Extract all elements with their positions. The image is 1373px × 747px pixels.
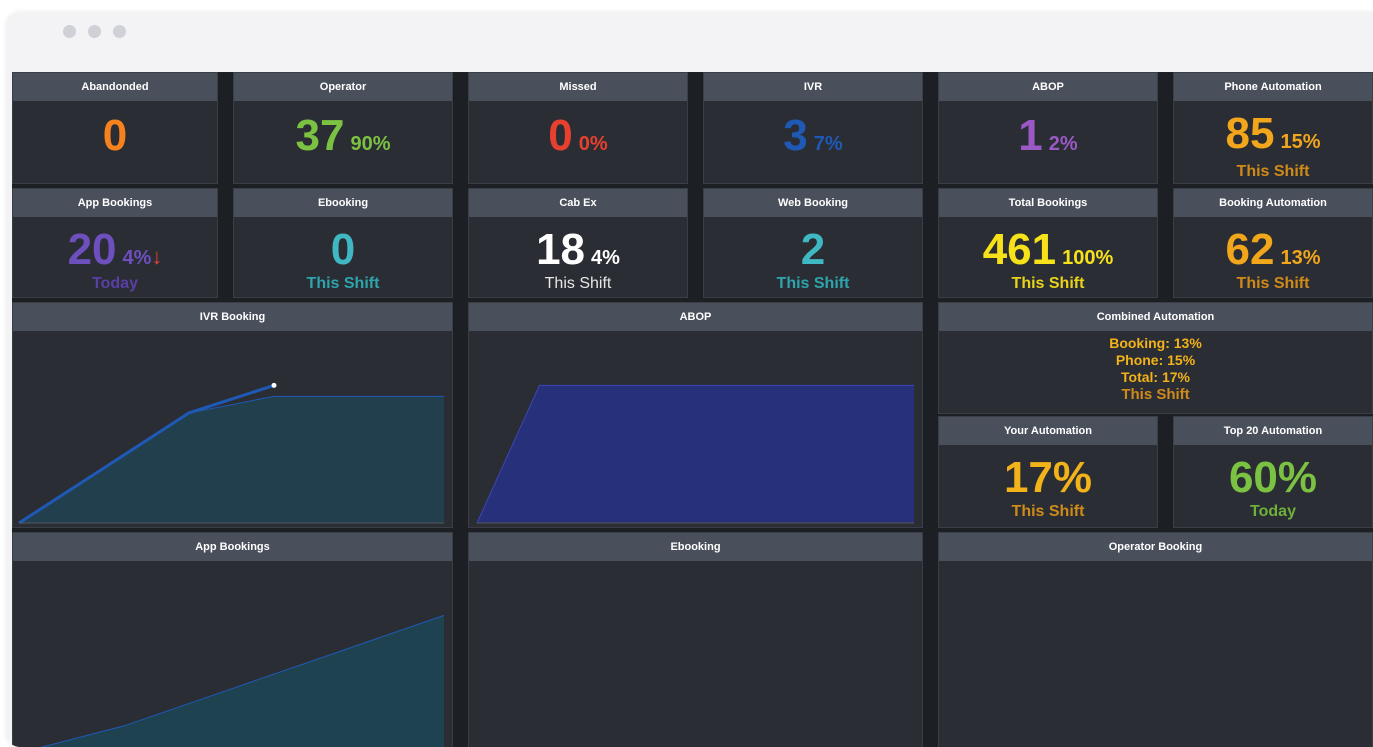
app-bookings-plot [40,614,445,747]
chart-title: Ebooking [469,533,922,561]
chart-abop: ABOP [468,302,923,528]
booking-automation-sub: This Shift [1236,275,1310,292]
cab-ex-value: 18 [536,225,586,274]
app-bookings-sub: Today [92,275,138,292]
booking-automation-value: 62 [1225,225,1275,274]
tile-missed: Missed 0 0% [468,72,688,184]
total-bookings-pct: 100% [1062,247,1114,269]
dashboard: Abandonded 0 Operator 37 90% Missed 0 0% I… [12,72,1373,747]
window-minimize-dot[interactable] [88,25,101,38]
chart-title: App Bookings [13,533,452,561]
tile-ivr: IVR 3 7% [703,72,923,184]
operator-pct: 90% [350,133,391,155]
tile-booking-automation: Booking Automation 62 13% This Shift [1173,188,1373,298]
abandoned-value: 0 [102,111,128,160]
tile-abop: ABOP 1 2% [938,72,1158,184]
tile-top20-automation: Top 20 Automation 60% Today [1173,416,1373,528]
series-area [19,396,444,523]
tile-title: Combined Automation [939,303,1372,331]
window-close-dot[interactable] [63,25,76,38]
cab-ex-pct: 4% [591,247,620,269]
ebooking-sub: This Shift [306,275,380,292]
ivr-pct: 7% [813,133,843,155]
total-bookings-value: 461 [982,225,1057,274]
series-area [42,615,444,747]
app-window: Abandonded 0 Operator 37 90% Missed 0 0% I… [6,12,1373,747]
tile-ebooking: Ebooking 0 This Shift [233,188,453,298]
chart-ivr-booking: IVR Booking [12,302,453,528]
down-arrow-icon: ↓ [151,244,163,269]
chart-title: Operator Booking [939,533,1372,561]
booking-automation-pct: 13% [1280,247,1321,269]
tile-title: Abandonded [13,73,217,101]
chart-title: IVR Booking [13,303,452,331]
tile-combined-automation: Combined Automation Booking: 13% Phone: … [938,302,1373,414]
tile-abandoned: Abandonded 0 [12,72,218,184]
operator-value: 37 [295,111,345,160]
top20-automation-sub: Today [1250,503,1296,520]
abop-value: 1 [1018,111,1043,160]
missed-pct: 0% [578,133,608,155]
combined-booking: Booking: 13% [1109,335,1202,351]
web-booking-value: 2 [800,225,826,274]
tile-title: Cab Ex [469,189,687,217]
cab-ex-sub: This Shift [544,275,612,292]
combined-sub: This Shift [1121,386,1190,403]
tile-title: Web Booking [704,189,922,217]
window-maximize-dot[interactable] [113,25,126,38]
tile-title: Operator [234,73,452,101]
top20-automation-value: 60% [1228,453,1318,502]
tile-title: Missed [469,73,687,101]
tile-web-booking: Web Booking 2 This Shift [703,188,923,298]
chart-ebooking: Ebooking [468,532,923,747]
combined-phone: Phone: 15% [1115,352,1196,368]
title-bar [6,12,1373,72]
tile-title: Your Automation [939,417,1157,445]
combined-total: Total: 17% [1121,369,1190,385]
tile-title: Top 20 Automation [1174,417,1372,445]
tile-total-bookings: Total Bookings 461 100% This Shift [938,188,1158,298]
tile-cab-ex: Cab Ex 18 4% This Shift [468,188,688,298]
web-booking-sub: This Shift [776,275,850,292]
ivr-booking-plot [18,382,444,525]
your-automation-sub: This Shift [1011,503,1085,520]
tile-operator: Operator 37 90% [233,72,453,184]
tile-title: IVR [704,73,922,101]
data-point[interactable] [271,382,277,388]
tile-title: App Bookings [13,189,217,217]
phone-automation-sub: This Shift [1236,163,1310,180]
app-bookings-value: 20 [67,225,117,274]
app-bookings-pct: 4% [122,247,152,269]
phone-automation-pct: 15% [1280,131,1321,153]
series-area [477,385,914,523]
tile-title: Total Bookings [939,189,1157,217]
abop-pct: 2% [1048,133,1078,155]
ivr-value: 3 [783,111,808,160]
tile-title: ABOP [939,73,1157,101]
chart-app-bookings: App Bookings [12,532,453,747]
total-bookings-sub: This Shift [1011,275,1085,292]
tile-title: Ebooking [234,189,452,217]
tile-phone-automation: Phone Automation 85 15% This Shift [1173,72,1373,184]
tile-your-automation: Your Automation 17% This Shift [938,416,1158,528]
tile-app-bookings: App Bookings 20 4%↓ Today [12,188,218,298]
tile-title: Booking Automation [1174,189,1372,217]
missed-value: 0 [548,111,573,160]
tile-title: Phone Automation [1174,73,1372,101]
abop-plot [476,384,914,524]
your-automation-value: 17% [1003,453,1093,502]
chart-operator-booking: Operator Booking [938,532,1373,747]
ebooking-value: 0 [330,225,356,274]
chart-title: ABOP [469,303,922,331]
phone-automation-value: 85 [1225,109,1275,158]
